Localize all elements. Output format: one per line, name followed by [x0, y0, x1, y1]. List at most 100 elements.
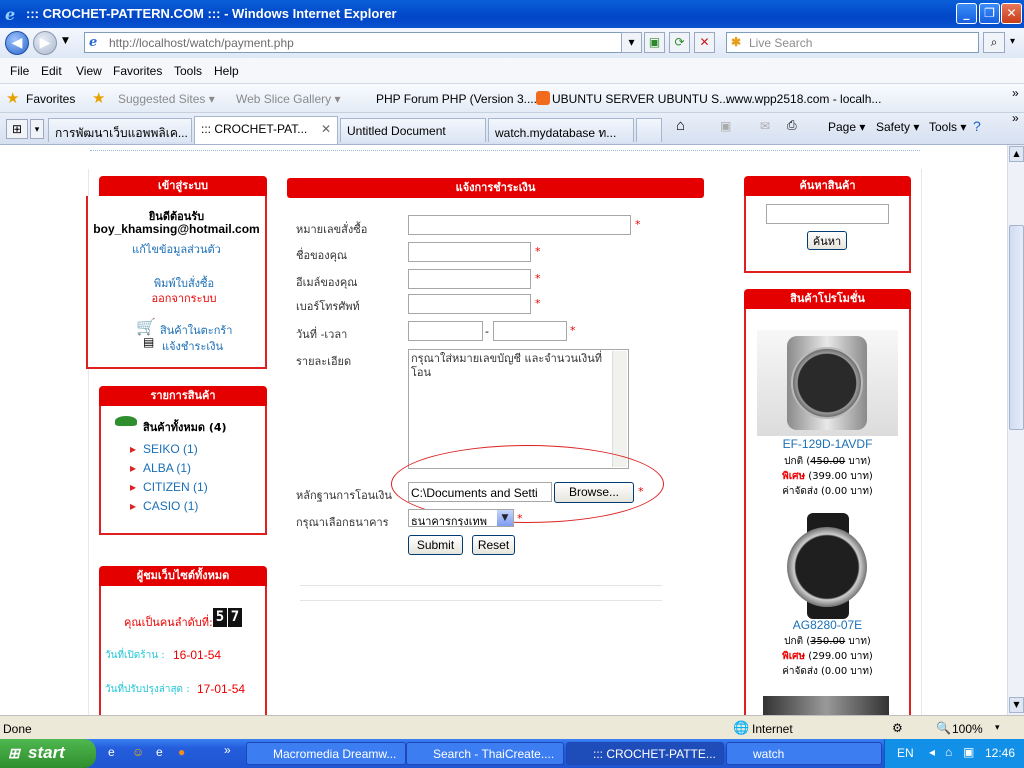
command-overflow-icon[interactable]: » [1012, 111, 1019, 125]
tray-back-icon[interactable]: ◂ [929, 745, 935, 759]
scroll-down-icon[interactable]: ▼ [1009, 697, 1024, 713]
promo-model[interactable]: EF-129D-1AVDF [744, 437, 911, 451]
read-mail-icon[interactable]: ✉ [760, 119, 770, 133]
product-image-ef129d[interactable] [757, 330, 898, 436]
language-indicator[interactable]: EN [897, 746, 914, 760]
order-no-input[interactable] [408, 215, 631, 235]
price-unit: บาท [848, 456, 867, 467]
quick-tabs-icon[interactable]: ⊞ [6, 119, 28, 139]
name-input[interactable] [408, 242, 531, 262]
search-icon[interactable]: ⌕ [983, 32, 1005, 53]
add-favorite-icon[interactable]: ★ [92, 89, 105, 107]
menu-tools[interactable]: Tools [174, 64, 202, 78]
task-crochet-pattern[interactable]: ::: CROCHET-PATTE... [566, 742, 724, 765]
select-dropdown-icon[interactable]: ▼ [497, 510, 513, 526]
phone-input[interactable] [408, 294, 531, 314]
product-image-ag8280[interactable] [775, 513, 881, 619]
task-thaicreate-search[interactable]: Search - ThaiCreate.... [406, 742, 564, 765]
window-title-bar[interactable]: e ::: CROCHET-PATTERN.COM ::: - Windows … [0, 0, 1024, 28]
new-tab-button[interactable] [636, 118, 662, 142]
email-input[interactable] [408, 269, 531, 289]
address-input[interactable]: e http://localhost/watch/payment.php [84, 32, 639, 53]
quicklaunch-ie-icon[interactable]: e [108, 745, 115, 759]
refresh-icon[interactable]: ⟳ [669, 32, 690, 53]
scroll-up-icon[interactable]: ▲ [1009, 146, 1024, 162]
favorites-button[interactable]: Favorites [26, 92, 75, 106]
back-button[interactable]: ◀ [5, 31, 29, 55]
zoom-icon[interactable]: 🔍 [936, 721, 951, 735]
category-citizen[interactable]: CITIZEN (1) [130, 480, 208, 494]
fav-ubuntu-server[interactable]: UBUNTU SERVER UBUNTU S... [552, 92, 729, 106]
edit-profile-link[interactable]: แก้ไขข้อมูลส่วนตัว [86, 240, 267, 258]
firefox-icon[interactable]: ● [178, 745, 185, 759]
stop-icon[interactable]: ✕ [694, 32, 715, 53]
safety-menu[interactable]: Safety ▾ [876, 120, 919, 134]
zoom-level[interactable]: 100% [952, 722, 983, 736]
fav-suggested-sites[interactable]: Suggested Sites ▾ [118, 92, 215, 106]
fav-php-forum[interactable]: PHP Forum PHP (Version 3.... [376, 92, 537, 106]
time-input[interactable] [493, 321, 567, 341]
date-input[interactable] [408, 321, 483, 341]
maximize-button[interactable]: ❐ [979, 3, 1000, 24]
home-icon[interactable]: ⌂ [676, 117, 685, 134]
page-menu[interactable]: Page ▾ [828, 120, 865, 134]
notify-payment-link[interactable]: แจ้งชำระเงิน [162, 337, 223, 355]
page-viewport[interactable]: เข้าสู่ระบบ ยินดีต้อนรับ boy_khamsing@ho… [0, 145, 1007, 715]
browse-button[interactable]: Browse... [554, 482, 634, 503]
help-icon[interactable]: ? [973, 118, 981, 134]
forward-button[interactable]: ▶ [33, 31, 57, 55]
all-products-link[interactable]: สินค้าทั้งหมด (4) [143, 418, 227, 436]
promo-model[interactable]: AG8280-07E [744, 618, 911, 632]
protected-mode-icon[interactable]: ⚙ [892, 721, 903, 735]
network-icon[interactable]: ⌂ [945, 745, 952, 759]
tab-untitled-document[interactable]: Untitled Document [340, 118, 486, 142]
search-options-icon[interactable]: ▾ [1010, 36, 1015, 47]
start-button[interactable]: ⊞ start [0, 739, 96, 768]
submit-button[interactable]: Submit [408, 535, 463, 555]
task-watch-folder[interactable]: watch [726, 742, 882, 765]
quicklaunch-icon[interactable]: ☺ [132, 745, 144, 759]
feeds-icon[interactable]: ▣ [720, 119, 731, 133]
fav-web-slice-gallery[interactable]: Web Slice Gallery ▾ [236, 92, 341, 106]
product-image-partial[interactable] [763, 696, 889, 715]
history-dropdown-icon[interactable]: ▼ [62, 36, 69, 46]
fav-wpp2518[interactable]: www.wpp2518.com - localh... [726, 92, 881, 106]
close-tab-icon[interactable]: ✕ [321, 122, 331, 136]
category-alba[interactable]: ALBA (1) [130, 461, 191, 475]
close-button[interactable]: ✕ [1001, 3, 1022, 24]
tab-thai-webapp[interactable]: การพัฒนาเว็บแอพพลิเค... [48, 118, 192, 142]
url-prefix: http://localhost [109, 36, 187, 50]
product-search-input[interactable] [766, 204, 889, 224]
menu-edit[interactable]: Edit [41, 64, 62, 78]
task-dreamweaver[interactable]: Macromedia Dreamw... [246, 742, 406, 765]
favorites-overflow-icon[interactable]: » [1012, 86, 1019, 100]
category-casio[interactable]: CASIO (1) [130, 499, 198, 513]
compatibility-view-icon[interactable]: ▣ [644, 32, 665, 53]
blogger-icon [536, 91, 550, 105]
quicklaunch-overflow-icon[interactable]: » [224, 743, 231, 757]
menu-favorites[interactable]: Favorites [113, 64, 162, 78]
tab-list-icon[interactable]: ▾ [30, 119, 44, 139]
tab-crochet-pattern[interactable]: ::: CROCHET-PAT... ✕ [194, 116, 338, 144]
quicklaunch-ie2-icon[interactable]: e [156, 745, 163, 759]
scroll-thumb[interactable] [1009, 225, 1024, 430]
live-search-input[interactable]: ✱ Live Search [726, 32, 979, 53]
file-path-input[interactable]: C:\Documents and Setti [408, 482, 552, 502]
tab-watch-mydatabase[interactable]: watch.mydatabase ท... [488, 118, 634, 142]
tools-menu[interactable]: Tools ▾ [929, 120, 966, 134]
zoom-dropdown-icon[interactable]: ▾ [995, 722, 1000, 733]
minimize-button[interactable]: _ [956, 3, 977, 24]
page-scrollbar[interactable]: ▲ ▼ [1007, 145, 1024, 715]
print-icon[interactable]: ⎙ [787, 118, 797, 133]
category-seiko[interactable]: SEIKO (1) [130, 442, 198, 456]
product-search-button[interactable]: ค้นหา [807, 231, 847, 250]
menu-file[interactable]: File [10, 64, 29, 78]
textarea-scrollbar[interactable] [612, 351, 627, 467]
tray-app-icon[interactable]: ▣ [963, 745, 974, 759]
menu-help[interactable]: Help [214, 64, 239, 78]
menu-view[interactable]: View [76, 64, 102, 78]
logout-link[interactable]: ออกจากระบบ [86, 289, 282, 307]
address-dropdown-icon[interactable]: ▾ [621, 32, 642, 53]
reset-button[interactable]: Reset [472, 535, 515, 555]
normal-price: 350.00 [810, 636, 846, 647]
